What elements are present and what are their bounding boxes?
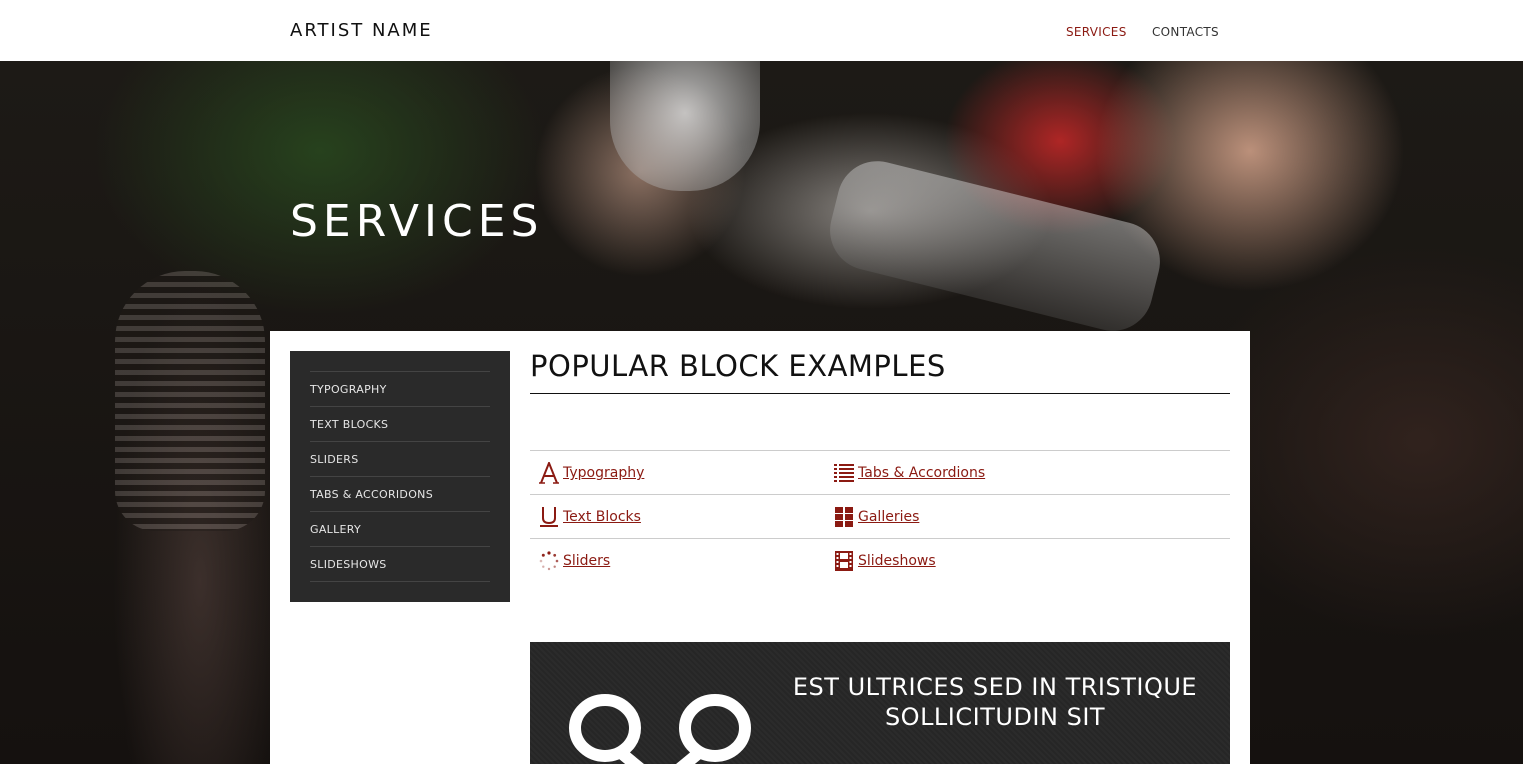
promo-title: EST ULTRICES SED IN TRISTIQUE SOLLICITUD…: [780, 672, 1210, 732]
sidebar-item-typography[interactable]: TYPOGRAPHY: [310, 372, 490, 407]
font-icon: [538, 462, 560, 484]
sidebar-item-label[interactable]: TABS & ACCORIDONS: [310, 488, 433, 501]
trumpet-bell-image: [610, 61, 760, 191]
hero-title: SERVICES: [290, 196, 544, 247]
link-label[interactable]: Text Blocks: [563, 509, 641, 525]
grid-row: Typography Tabs & Accordions: [530, 451, 1230, 495]
sidebar-item-slideshows[interactable]: SLIDESHOWS: [310, 547, 490, 582]
link-label[interactable]: Typography: [563, 465, 644, 481]
microphone-image: [115, 271, 265, 531]
underline-icon: [538, 506, 560, 528]
link-galleries[interactable]: Galleries: [833, 495, 919, 539]
sidebar-item-label[interactable]: SLIDERS: [310, 453, 359, 466]
sidebar-item-sliders[interactable]: SLIDERS: [310, 442, 490, 477]
promo-title-line-2: SOLLICITUDIN SIT: [884, 703, 1106, 731]
section-title: POPULAR BLOCK EXAMPLES: [530, 349, 1230, 394]
sidebar-menu: TYPOGRAPHY TEXT BLOCKS SLIDERS TABS & AC…: [290, 351, 510, 602]
trumpet-image: [821, 152, 1169, 340]
grid-icon: [833, 506, 855, 528]
link-label[interactable]: Slideshows: [858, 553, 936, 569]
content-card: TYPOGRAPHY TEXT BLOCKS SLIDERS TABS & AC…: [270, 331, 1250, 764]
sidebar-item-tabs-accordions[interactable]: TABS & ACCORIDONS: [310, 477, 490, 512]
film-icon: [833, 550, 855, 572]
link-text-blocks[interactable]: Text Blocks: [538, 495, 641, 539]
link-typography[interactable]: Typography: [538, 451, 644, 495]
link-slideshows[interactable]: Slideshows: [833, 539, 936, 583]
block-links-grid: Typography Tabs & Accordions Text Blocks: [530, 450, 1230, 583]
sidebar-item-gallery[interactable]: GALLERY: [310, 512, 490, 547]
link-label[interactable]: Galleries: [858, 509, 919, 525]
sidebar-item-label[interactable]: TEXT BLOCKS: [310, 418, 388, 431]
promo-title-line-1: EST ULTRICES SED IN TRISTIQUE: [792, 673, 1198, 701]
nav-services[interactable]: SERVICES: [1066, 25, 1127, 39]
brand-name[interactable]: ARTIST NAME: [290, 20, 433, 41]
promo-block: EST ULTRICES SED IN TRISTIQUE SOLLICITUD…: [530, 642, 1230, 764]
link-sliders[interactable]: Sliders: [538, 539, 610, 583]
top-bar: ARTIST NAME SERVICES CONTACTS: [0, 0, 1523, 61]
grid-row: Text Blocks Galleries: [530, 495, 1230, 539]
sidebar-item-label[interactable]: SLIDESHOWS: [310, 558, 387, 571]
link-label[interactable]: Tabs & Accordions: [858, 465, 985, 481]
sidebar-item-label[interactable]: GALLERY: [310, 523, 361, 536]
scissors-icon: [565, 690, 765, 764]
link-tabs-accordions[interactable]: Tabs & Accordions: [833, 451, 985, 495]
nav-contacts[interactable]: CONTACTS: [1152, 25, 1219, 39]
sidebar-item-label[interactable]: TYPOGRAPHY: [310, 383, 387, 396]
list-icon: [833, 462, 855, 484]
spinner-icon: [538, 550, 560, 572]
grid-row: Sliders Slideshows: [530, 539, 1230, 583]
link-label[interactable]: Sliders: [563, 553, 610, 569]
sidebar-item-text-blocks[interactable]: TEXT BLOCKS: [310, 407, 490, 442]
